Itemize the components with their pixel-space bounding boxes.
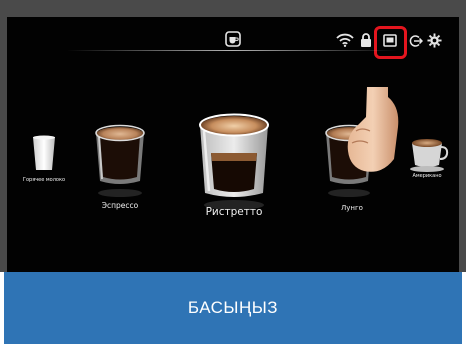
drink-label: Эспрессо [101, 201, 139, 210]
device-frame: Горячее молоко Эспрессо Ристретто Лунго … [0, 0, 466, 272]
drink-espresso[interactable] [93, 123, 147, 205]
gear-icon[interactable] [427, 33, 442, 48]
lock-icon[interactable] [360, 33, 372, 47]
wifi-icon[interactable] [336, 33, 354, 47]
logout-icon[interactable] [409, 34, 423, 48]
coffee-cup-icon[interactable] [225, 31, 241, 47]
milk-glass-icon [33, 135, 55, 170]
drink-ristretto[interactable] [197, 109, 271, 217]
drink-label: Горячее молоко [22, 177, 66, 183]
highlight-box [374, 26, 407, 59]
pointing-hand-icon [342, 46, 402, 206]
status-bar [7, 17, 459, 59]
divider-line [67, 50, 397, 51]
drink-hot-milk[interactable] [29, 134, 59, 178]
drink-label: Американо [412, 173, 442, 179]
coffee-machine-screen: Горячее молоко Эспрессо Ристретто Лунго … [7, 17, 459, 272]
banner-text: БАСЫҢЫЗ [187, 298, 279, 317]
americano-cup-icon [410, 139, 449, 172]
ristretto-cup-icon [199, 113, 269, 210]
drink-label: Ристретто [205, 206, 263, 218]
espresso-cup-icon [95, 124, 145, 197]
instruction-banner: БАСЫҢЫЗ [4, 272, 462, 344]
